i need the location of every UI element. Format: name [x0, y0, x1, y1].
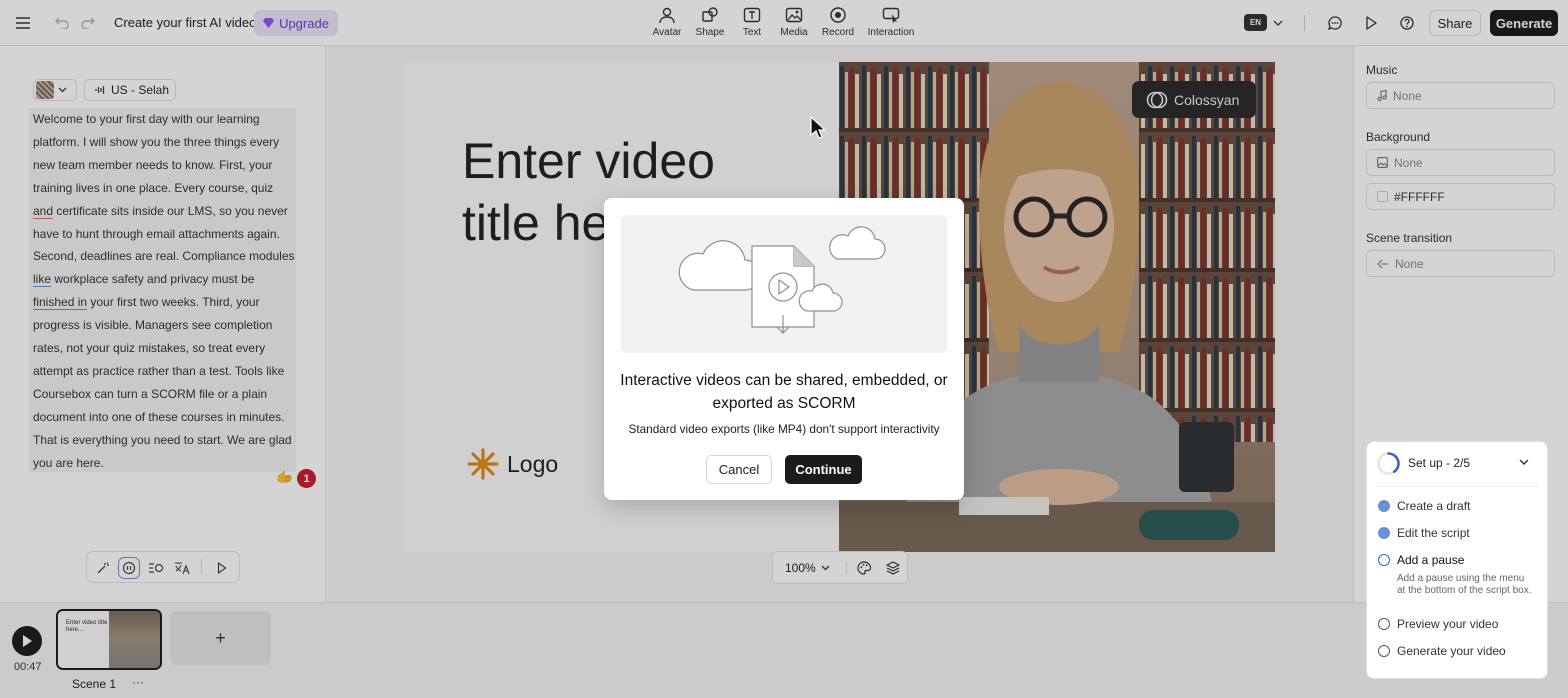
- setup-item[interactable]: Generate your video: [1397, 644, 1506, 658]
- cloud-document-illustration: [678, 226, 886, 334]
- setup-item-active[interactable]: Add a pause: [1397, 553, 1464, 567]
- setup-title[interactable]: Set up - 2/5: [1408, 456, 1470, 470]
- setup-item-description: Add a pause using the menu at the bottom…: [1397, 573, 1532, 596]
- check-done-icon: [1378, 500, 1390, 512]
- continue-button[interactable]: Continue: [785, 455, 862, 484]
- check-open-icon: [1378, 645, 1390, 657]
- cancel-button[interactable]: Cancel: [706, 455, 772, 484]
- chevron-down-icon[interactable]: [1519, 459, 1529, 465]
- dialog-illustration: [621, 215, 947, 353]
- setup-item[interactable]: Preview your video: [1397, 617, 1498, 631]
- setup-item[interactable]: Create a draft: [1397, 499, 1470, 513]
- check-open-icon: [1378, 618, 1390, 630]
- setup-progress-ring: [1377, 452, 1400, 475]
- divider: [1376, 486, 1538, 487]
- dialog-subtitle: Standard video exports (like MP4) don't …: [628, 422, 940, 436]
- check-done-icon: [1378, 527, 1390, 539]
- mouse-cursor-icon: [810, 116, 826, 139]
- check-active-icon: [1378, 554, 1390, 566]
- dialog-title: Interactive videos can be shared, embedd…: [620, 372, 948, 412]
- setup-item[interactable]: Edit the script: [1397, 526, 1470, 540]
